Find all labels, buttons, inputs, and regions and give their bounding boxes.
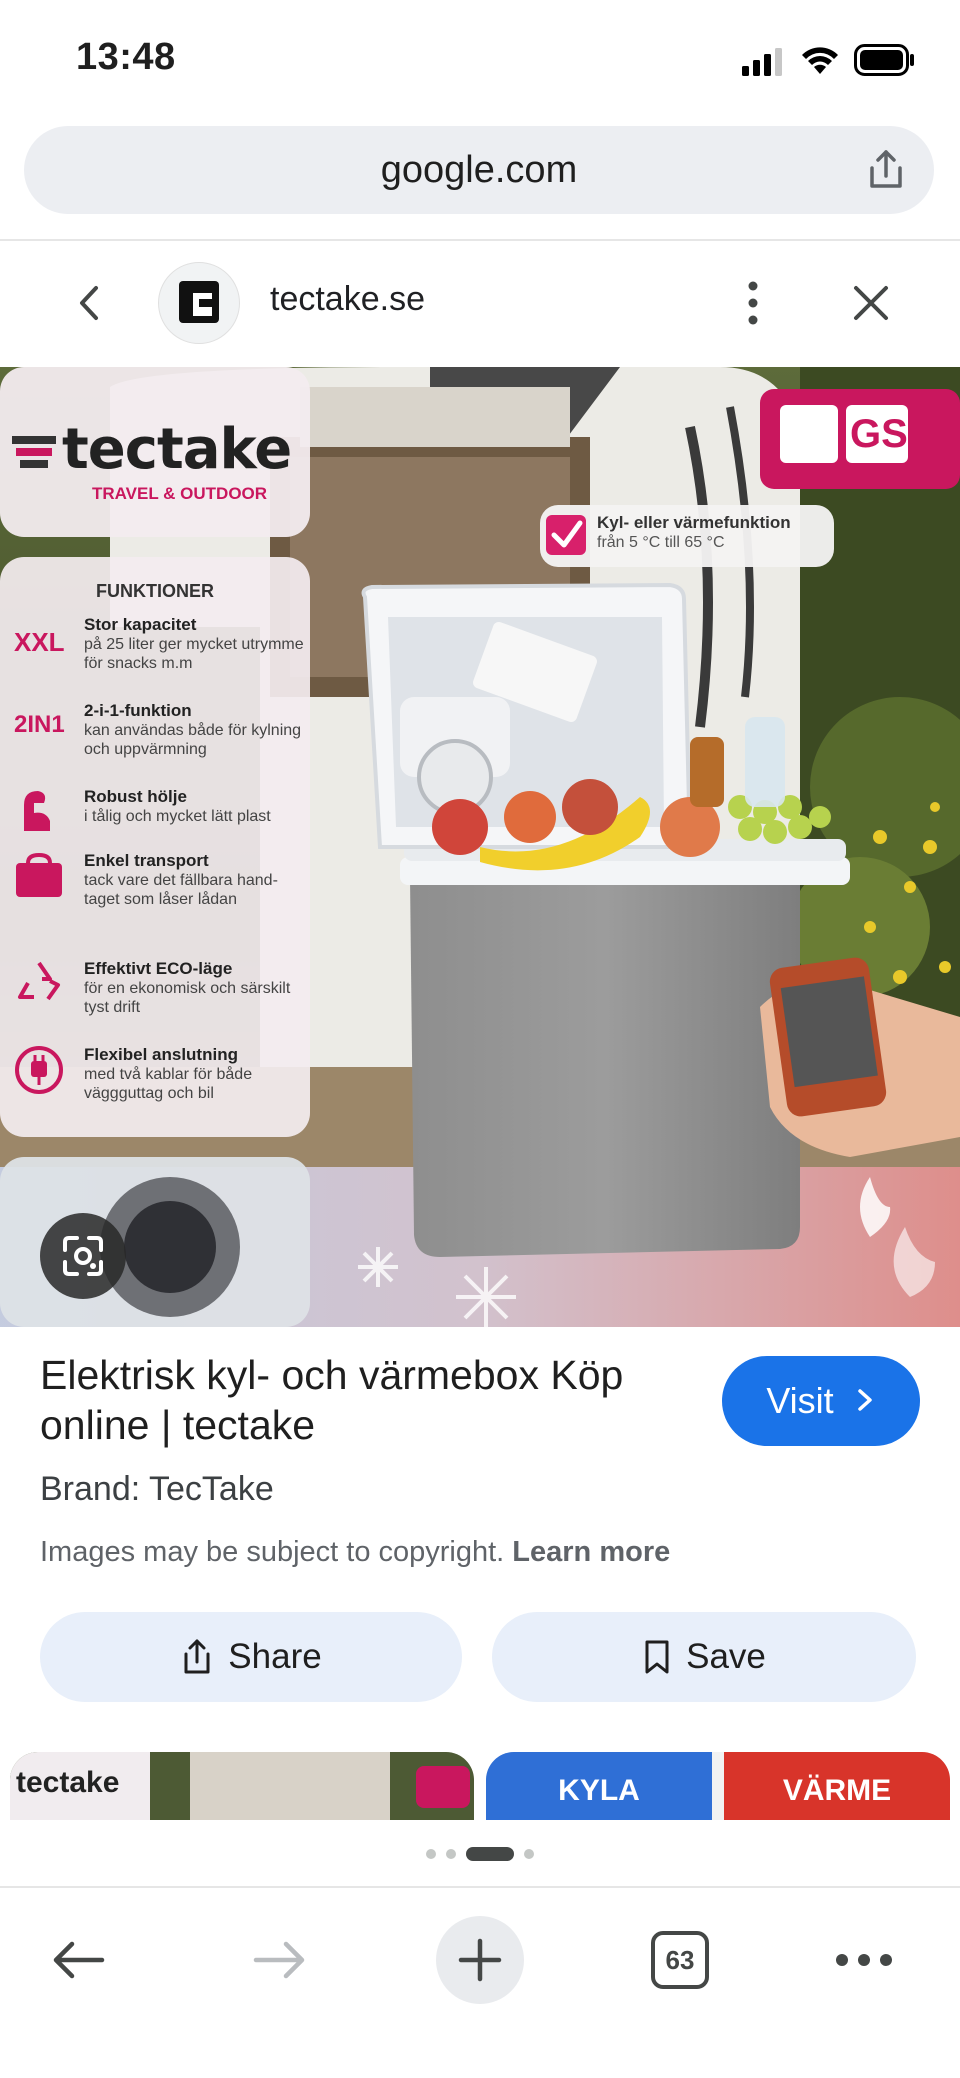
image-brand-logo: tectake (62, 417, 292, 482)
feature-title: 2-i-1-funktion (84, 701, 192, 720)
share-icon (184, 1639, 210, 1674)
feature-item: Robust hölje i tålig och mycket lätt plas… (14, 787, 310, 851)
feature-item: XXL Stor kapacitet på 25 liter ger mycket… (14, 615, 310, 701)
arrow-right-icon (253, 1941, 305, 1979)
result-title[interactable]: Elektrisk kyl- och värmebox Köp online |… (40, 1350, 680, 1450)
feature-title: Robust hölje (84, 787, 187, 806)
wifi-icon (800, 44, 840, 81)
url-domain: google.com (380, 149, 578, 191)
feature-text: för en ekonomisk och särskilt tyst drift (84, 980, 291, 1016)
share-page-icon[interactable] (864, 148, 908, 192)
close-icon[interactable] (848, 280, 894, 326)
feature-text: kan användas både för kylning och uppvär… (84, 722, 302, 758)
divider (0, 1886, 960, 1888)
feature-title: Flexibel anslutning (84, 1045, 238, 1064)
feature-text: i tålig och mycket lätt plast (84, 808, 271, 825)
site-favicon (158, 262, 240, 344)
share-button[interactable]: Share (40, 1612, 462, 1702)
arrow-left-icon (53, 1941, 105, 1979)
page-dot (446, 1849, 456, 1859)
more-horiz-button[interactable] (804, 1900, 924, 2020)
feature-badge: XXL (14, 627, 65, 657)
feature-title: Stor kapacitet (84, 615, 197, 634)
status-time: 13:48 (76, 36, 176, 78)
image-brand-tagline: TRAVEL & OUTDOOR (92, 484, 268, 503)
new-tab-button[interactable] (420, 1900, 540, 2020)
chevron-right-icon (857, 1389, 872, 1412)
lens-search-button[interactable] (40, 1213, 126, 1299)
save-label: Save (686, 1637, 766, 1676)
page-dot (524, 1849, 534, 1859)
cellular-signal-icon (742, 46, 784, 81)
page-indicator (0, 1844, 960, 1864)
power-plug-icon (15, 1046, 63, 1094)
site-name[interactable]: tectake.se (270, 280, 425, 319)
visit-button[interactable]: Visit (722, 1356, 920, 1446)
back-chevron-icon[interactable] (64, 276, 114, 330)
address-bar[interactable]: google.com (24, 126, 934, 214)
result-brand: Brand: TecTake (40, 1470, 274, 1508)
cooler-box-icon (16, 852, 62, 897)
bookmark-icon (645, 1640, 669, 1674)
feature-text: med två kablar för både väggguttag och b… (84, 1066, 253, 1102)
feature-text: på 25 liter ger mycket utrymme för snack… (84, 636, 304, 672)
more-horiz-icon (836, 1954, 892, 1966)
page-dot-active (466, 1847, 514, 1861)
copyright-text: Images may be subject to copyright. (40, 1536, 505, 1568)
lens-icon (63, 1236, 103, 1276)
feature-title: Effektivt ECO-läge (84, 959, 233, 978)
tab-count: 63 (665, 1944, 695, 1975)
tab-switcher-button[interactable]: 63 (620, 1900, 740, 2020)
feature-item: Enkel transport tack vare det fällbara ha… (14, 851, 310, 959)
related-2-left-label: KYLA (558, 1774, 640, 1807)
product-image[interactable]: tectake TRAVEL & OUTDOOR FUNKTIONER XXL … (0, 367, 960, 1327)
features-heading: FUNKTIONER (96, 581, 214, 601)
copyright-notice: Images may be subject to copyright. Lear… (40, 1536, 670, 1569)
plus-icon (458, 1938, 502, 1982)
feature-item: 2IN1 2-i-1-funktion kan användas både för… (14, 701, 310, 787)
page-dot (426, 1849, 436, 1859)
visit-label: Visit (766, 1380, 834, 1421)
nav-back-button[interactable] (18, 1900, 138, 2020)
feature-item: Flexibel anslutning med två kablar för bå… (14, 1045, 310, 1131)
related-image-1[interactable]: tectake (10, 1752, 474, 1820)
callout-text: från 5 °C till 65 °C (597, 534, 725, 551)
features-list: XXL Stor kapacitet på 25 liter ger mycket… (14, 615, 310, 1131)
save-button[interactable]: Save (492, 1612, 916, 1702)
divider (0, 239, 960, 241)
eco-recycle-icon (18, 961, 60, 1001)
tectake-logo: tectake TRAVEL & OUTDOOR (12, 417, 302, 504)
related-2-right-label: VÄRME (782, 1774, 892, 1807)
feature-badge: 2IN1 (14, 711, 65, 738)
feature-text: tack vare det fällbara hand-taget som lå… (84, 872, 278, 908)
feature-title: Enkel transport (84, 851, 209, 870)
callout-title: Kyl- eller värmefunktion (597, 513, 791, 532)
battery-icon (854, 44, 916, 81)
nav-forward-button[interactable] (220, 1900, 340, 2020)
arm-strength-icon (24, 791, 50, 831)
feature-item: Effektivt ECO-läge för en ekonomisk och s… (14, 959, 310, 1045)
related-image-2[interactable]: KYLA VÄRME (486, 1752, 950, 1820)
related-1-logo: tectake (16, 1766, 120, 1799)
more-vert-icon[interactable] (736, 276, 770, 330)
learn-more-link[interactable]: Learn more (512, 1536, 670, 1568)
gs-cert-mark: GS (850, 412, 908, 456)
share-label: Share (228, 1637, 322, 1676)
